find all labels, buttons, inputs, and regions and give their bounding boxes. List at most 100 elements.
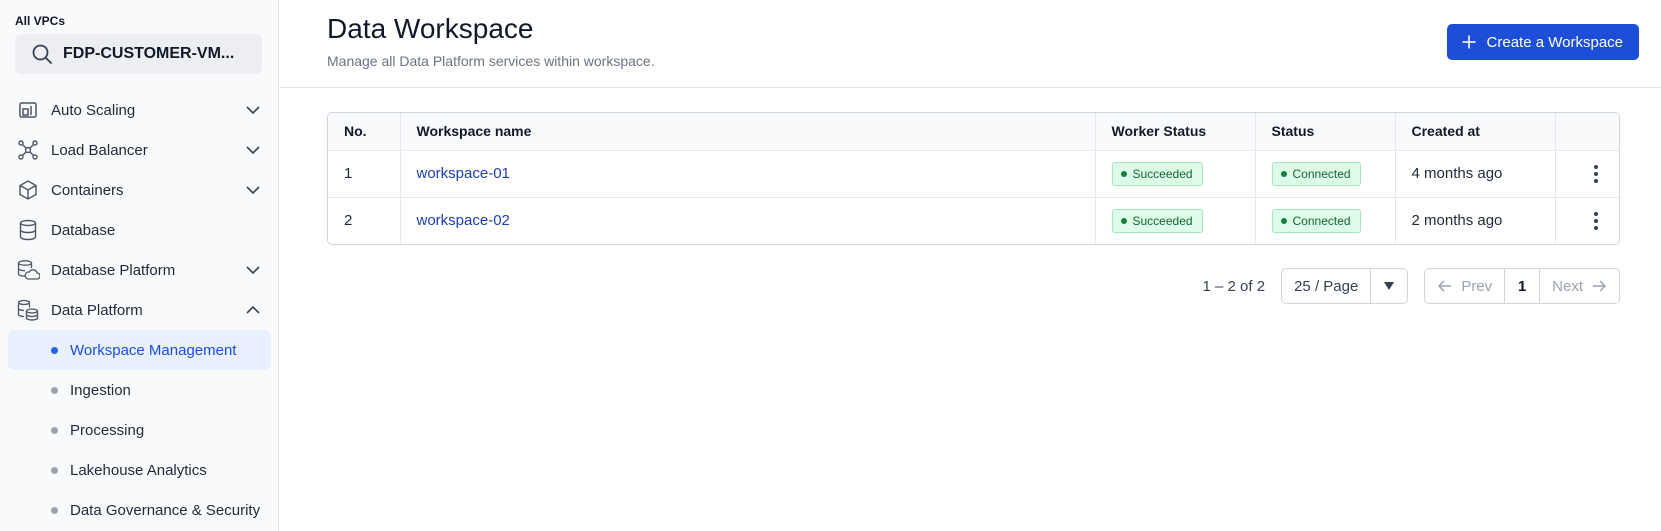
bullet-dot-icon (51, 346, 58, 354)
cell-no: 1 (328, 150, 401, 198)
sidebar: All VPCs FDP-CUSTOMER-VM... Auto Scaling… (0, 0, 279, 531)
status-dot-icon (1280, 170, 1287, 177)
sidebar-item-data-platform[interactable]: Data Platform (0, 290, 279, 330)
chevron-down-icon (245, 102, 261, 118)
vpc-search-input[interactable]: FDP-CUSTOMER-VM... (15, 34, 262, 74)
sidebar-nav: Auto Scaling Load Balancer Containers Da… (0, 90, 279, 530)
workspace-table: No. Workspace name Worker Status Status … (327, 112, 1620, 245)
sidebar-item-label: Database (51, 221, 116, 239)
bullet-dot-icon (51, 386, 58, 394)
sidebar-item-label: Data Platform (51, 301, 143, 319)
caret-down-icon[interactable] (1371, 269, 1407, 303)
pagination: 1 – 2 of 2 25 / Page Prev 1 Next (1203, 268, 1620, 304)
status-dot-icon (1120, 217, 1127, 224)
status-dot-icon (1280, 217, 1287, 224)
workspace-link[interactable]: workspace-01 (417, 165, 510, 182)
cell-workspace-name: workspace-01 (400, 150, 1096, 198)
badge-text: Succeeded (1132, 166, 1193, 181)
bullet-dot-icon (51, 466, 58, 474)
page-navigator: Prev 1 Next (1424, 268, 1620, 304)
more-options-icon[interactable] (1586, 162, 1606, 186)
cell-status: Connected (1255, 197, 1396, 244)
status-badge: Connected (1271, 208, 1361, 233)
plus-icon (1461, 34, 1477, 50)
per-page-value: 25 / Page (1282, 269, 1372, 303)
arrow-right-icon (1591, 278, 1607, 294)
column-header-no: No. (328, 113, 401, 151)
column-header-worker-status: Worker Status (1095, 113, 1256, 151)
cell-worker-status: Succeeded (1095, 150, 1256, 198)
page-number-button[interactable]: 1 (1504, 269, 1541, 303)
database-icon (16, 218, 40, 242)
page-subtitle: Manage all Data Platform services within… (327, 53, 655, 69)
pagination-range: 1 – 2 of 2 (1202, 277, 1266, 295)
table-row: 2 workspace-02 Succeeded Connected 2 mon… (328, 197, 1619, 244)
load-balancer-icon (16, 138, 40, 162)
chevron-down-icon (245, 182, 261, 198)
per-page-select[interactable]: 25 / Page (1281, 268, 1409, 304)
more-options-icon[interactable] (1586, 209, 1606, 233)
cell-actions (1555, 150, 1619, 198)
workspace-link[interactable]: workspace-02 (417, 212, 510, 229)
sidebar-item-auto-scaling[interactable]: Auto Scaling (0, 90, 279, 130)
sidebar-item-database[interactable]: Database (0, 210, 279, 250)
bullet-dot-icon (51, 506, 58, 514)
sidebar-subitem-label: Data Governance & Security (70, 501, 261, 519)
column-header-status: Status (1255, 113, 1396, 151)
chevron-down-icon (245, 142, 261, 158)
prev-page-button[interactable]: Prev (1425, 269, 1504, 303)
auto-scaling-icon (16, 98, 40, 122)
cell-no: 2 (328, 197, 401, 244)
chevron-down-icon (245, 262, 261, 278)
vpc-label: All VPCs (15, 14, 66, 28)
table-row: 1 workspace-01 Succeeded Connected 4 mon… (328, 150, 1619, 198)
sidebar-subitem-label: Workspace Management (70, 341, 237, 359)
cell-worker-status: Succeeded (1095, 197, 1256, 244)
sidebar-subitem-processing[interactable]: Processing (8, 410, 271, 450)
cell-actions (1555, 197, 1619, 244)
cell-created-at: 2 months ago (1395, 197, 1556, 244)
sidebar-item-label: Database Platform (51, 261, 176, 279)
sidebar-item-label: Auto Scaling (51, 101, 136, 119)
cell-workspace-name: workspace-02 (400, 197, 1096, 244)
database-platform-icon (16, 258, 40, 282)
badge-text: Connected (1292, 213, 1351, 228)
cell-status: Connected (1255, 150, 1396, 198)
vpc-search-value: FDP-CUSTOMER-VM... (63, 45, 235, 62)
containers-icon (16, 178, 40, 202)
column-header-created-at: Created at (1395, 113, 1556, 151)
status-badge: Succeeded (1111, 161, 1203, 186)
badge-text: Connected (1292, 166, 1351, 181)
next-label: Next (1552, 277, 1583, 295)
badge-text: Succeeded (1132, 213, 1193, 228)
sidebar-subitem-label: Ingestion (70, 381, 131, 399)
sidebar-subitem-ingestion[interactable]: Ingestion (8, 370, 271, 410)
chevron-up-icon (245, 302, 261, 318)
page-header: Data Workspace Manage all Data Platform … (280, 0, 1661, 88)
next-page-button[interactable]: Next (1540, 269, 1619, 303)
status-badge: Succeeded (1111, 208, 1203, 233)
sidebar-item-database-platform[interactable]: Database Platform (0, 250, 279, 290)
sidebar-item-label: Containers (51, 181, 124, 199)
sidebar-subitem-label: Processing (70, 421, 145, 439)
create-workspace-label: Create a Workspace (1486, 33, 1623, 51)
create-workspace-button[interactable]: Create a Workspace (1446, 24, 1639, 60)
sidebar-subitem-workspace-management[interactable]: Workspace Management (8, 330, 271, 370)
sidebar-subitem-data-governance[interactable]: Data Governance & Security (8, 490, 271, 530)
cell-created-at: 4 months ago (1395, 150, 1556, 198)
prev-label: Prev (1461, 277, 1493, 295)
sidebar-subitem-lakehouse-analytics[interactable]: Lakehouse Analytics (8, 450, 271, 490)
column-header-workspace-name: Workspace name (400, 113, 1096, 151)
search-icon (31, 43, 53, 65)
status-badge: Connected (1271, 161, 1361, 186)
bullet-dot-icon (51, 426, 58, 434)
data-platform-icon (16, 298, 40, 322)
sidebar-item-label: Load Balancer (51, 141, 148, 159)
status-dot-icon (1120, 170, 1127, 177)
sidebar-item-load-balancer[interactable]: Load Balancer (0, 130, 279, 170)
sidebar-item-containers[interactable]: Containers (0, 170, 279, 210)
arrow-left-icon (1437, 278, 1453, 294)
page-title: Data Workspace (327, 13, 534, 44)
sidebar-subitem-label: Lakehouse Analytics (70, 461, 207, 479)
table-header-row: No. Workspace name Worker Status Status … (328, 113, 1619, 151)
